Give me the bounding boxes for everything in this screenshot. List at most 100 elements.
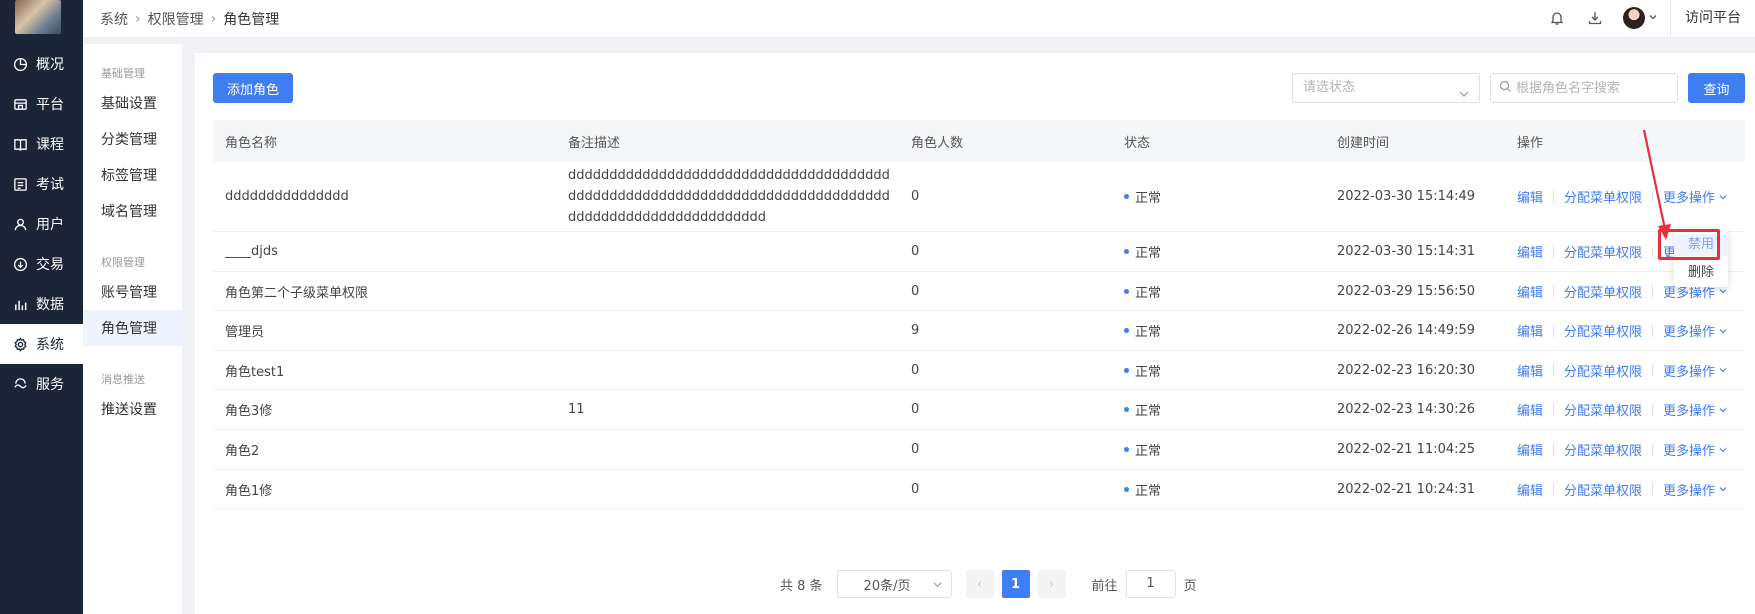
header-cell: 状态 <box>1124 135 1151 151</box>
divider <box>1652 364 1654 376</box>
next-page-button[interactable]: › <box>1037 570 1066 598</box>
nav-item-exam[interactable]: 考试 <box>0 164 83 204</box>
more-actions-dropdown[interactable]: 更多操作 <box>1663 321 1728 340</box>
edit-link[interactable]: 编辑 <box>1517 400 1543 419</box>
description-text: dddddddddddddddddddddddddddddddddddddddd… <box>568 168 890 225</box>
download-icon[interactable] <box>1585 8 1605 28</box>
search-icon <box>1499 80 1512 97</box>
assign-menu-permission-link[interactable]: 分配菜单权限 <box>1564 321 1642 340</box>
status-cell: 正常 <box>1112 480 1325 499</box>
more-actions-dropdown[interactable]: 更多操作 <box>1663 361 1728 380</box>
more-actions-dropdown[interactable]: 更多操作 <box>1663 440 1728 459</box>
row-actions: 编辑 分配菜单权限 更多操作 <box>1517 440 1745 459</box>
assign-menu-permission-link[interactable]: 分配菜单权限 <box>1564 361 1642 380</box>
query-button[interactable]: 查询 <box>1688 73 1745 103</box>
member-count-cell: 0 <box>911 189 920 204</box>
chevron-down-icon <box>1718 484 1728 494</box>
nav-item-overview[interactable]: 概况 <box>0 44 83 84</box>
goto-page-input[interactable]: 1 <box>1125 570 1176 598</box>
divider <box>1652 483 1654 495</box>
assign-menu-permission-link[interactable]: 分配菜单权限 <box>1564 440 1642 459</box>
platform-icon <box>12 96 28 112</box>
divider <box>1652 403 1654 416</box>
breadcrumb-item[interactable]: 系统 <box>100 9 128 29</box>
status-dot <box>1124 249 1129 254</box>
header-cell: 角色人数 <box>911 135 964 151</box>
header-cell: 创建时间 <box>1337 135 1390 151</box>
edit-link[interactable]: 编辑 <box>1517 187 1543 206</box>
status-cell: 正常 <box>1112 282 1325 301</box>
bell-icon[interactable] <box>1547 8 1567 28</box>
status-dot <box>1124 367 1129 373</box>
more-actions-dropdown[interactable]: 更多操作 <box>1663 400 1728 419</box>
nav-item-user[interactable]: 用户 <box>0 204 83 244</box>
status-badge: 正常 <box>1124 187 1325 206</box>
table-row: 角色test1 0 正常 2022-02-23 16:20:30 编辑 分配菜单… <box>213 351 1745 390</box>
chevron-down-icon <box>1458 83 1470 111</box>
member-count-cell: 0 <box>911 481 920 497</box>
nav-item-data[interactable]: 数据 <box>0 284 83 324</box>
search-box[interactable] <box>1490 73 1678 103</box>
main-sidebar: 概况 平台 课程 考试 用户 交易 数据 系统 服务 <box>0 0 83 614</box>
row-actions: 编辑 分配菜单权限 更多操作 <box>1517 321 1745 340</box>
chevron-down-icon <box>1718 286 1728 296</box>
divider <box>1553 403 1555 416</box>
assign-menu-permission-link[interactable]: 分配菜单权限 <box>1564 187 1642 206</box>
nav-item-course[interactable]: 课程 <box>0 124 83 164</box>
avatar[interactable] <box>1623 7 1645 29</box>
divider <box>1553 483 1555 495</box>
chevron-down-icon[interactable] <box>1648 11 1658 26</box>
nav-item-trade[interactable]: 交易 <box>0 244 83 284</box>
sub-item-roles[interactable]: 角色管理 <box>83 310 182 346</box>
more-actions-dropdown[interactable]: 更多操作 <box>1663 187 1728 206</box>
sub-item-category[interactable]: 分类管理 <box>83 121 182 157</box>
breadcrumb-current: 角色管理 <box>223 12 280 28</box>
prev-page-button[interactable]: ‹ <box>965 570 994 598</box>
nav-item-platform[interactable]: 平台 <box>0 84 83 124</box>
sub-item-accounts[interactable]: 账号管理 <box>83 274 182 310</box>
status-select[interactable]: 请选状态 <box>1292 73 1480 103</box>
search-input[interactable] <box>1516 80 1666 96</box>
status-cell: 正常 <box>1112 440 1325 459</box>
nav-item-system[interactable]: 系统 <box>0 324 83 364</box>
assign-menu-permission-link[interactable]: 分配菜单权限 <box>1564 282 1642 301</box>
current-page[interactable]: 1 <box>1001 570 1030 598</box>
nav-item-service[interactable]: 服务 <box>0 364 83 404</box>
edit-link[interactable]: 编辑 <box>1517 480 1543 499</box>
divider <box>1652 190 1654 203</box>
edit-link[interactable]: 编辑 <box>1517 361 1543 380</box>
page-size-select[interactable]: 20条/页 <box>836 570 952 598</box>
chevron-down-icon <box>932 579 943 594</box>
sub-item-tags[interactable]: 标签管理 <box>83 157 182 193</box>
sub-item-push-settings[interactable]: 推送设置 <box>83 391 182 427</box>
assign-menu-permission-link[interactable]: 分配菜单权限 <box>1564 242 1642 261</box>
sub-item-basic-settings[interactable]: 基础设置 <box>83 85 182 121</box>
chevron-right-icon: › <box>210 11 217 27</box>
page-size-value: 20条/页 <box>863 578 911 594</box>
divider <box>1553 190 1555 203</box>
edit-link[interactable]: 编辑 <box>1517 440 1543 459</box>
nav-label: 数据 <box>36 297 64 313</box>
edit-link[interactable]: 编辑 <box>1517 242 1543 261</box>
assign-menu-permission-link[interactable]: 分配菜单权限 <box>1564 480 1642 499</box>
nav-label: 系统 <box>36 337 64 353</box>
created-time-cell: 2022-03-29 15:56:50 <box>1337 283 1476 299</box>
exam-icon <box>12 176 28 192</box>
edit-link[interactable]: 编辑 <box>1517 321 1543 340</box>
chevron-right-icon: › <box>135 11 141 27</box>
delete-menu-item[interactable]: 删除 <box>1674 262 1728 284</box>
status-dot <box>1124 288 1129 294</box>
edit-link[interactable]: 编辑 <box>1517 282 1543 301</box>
table-body: ddddddddddddddd dddddddddddddddddddddddd… <box>213 162 1745 509</box>
header-cell: 操作 <box>1517 135 1544 151</box>
add-role-button[interactable]: 添加角色 <box>213 73 293 103</box>
created-time-cell: 2022-02-26 14:49:59 <box>1337 323 1476 338</box>
pie-chart-icon <box>12 56 28 72</box>
nav-label: 平台 <box>36 97 64 113</box>
group-title: 消息推送 <box>101 373 145 386</box>
sub-item-domain[interactable]: 域名管理 <box>83 193 182 229</box>
visit-platform-button[interactable]: 访问平台 <box>1670 0 1755 36</box>
assign-menu-permission-link[interactable]: 分配菜单权限 <box>1564 400 1642 419</box>
more-actions-dropdown[interactable]: 更多操作 <box>1663 480 1728 499</box>
breadcrumb-item[interactable]: 权限管理 <box>148 9 204 29</box>
